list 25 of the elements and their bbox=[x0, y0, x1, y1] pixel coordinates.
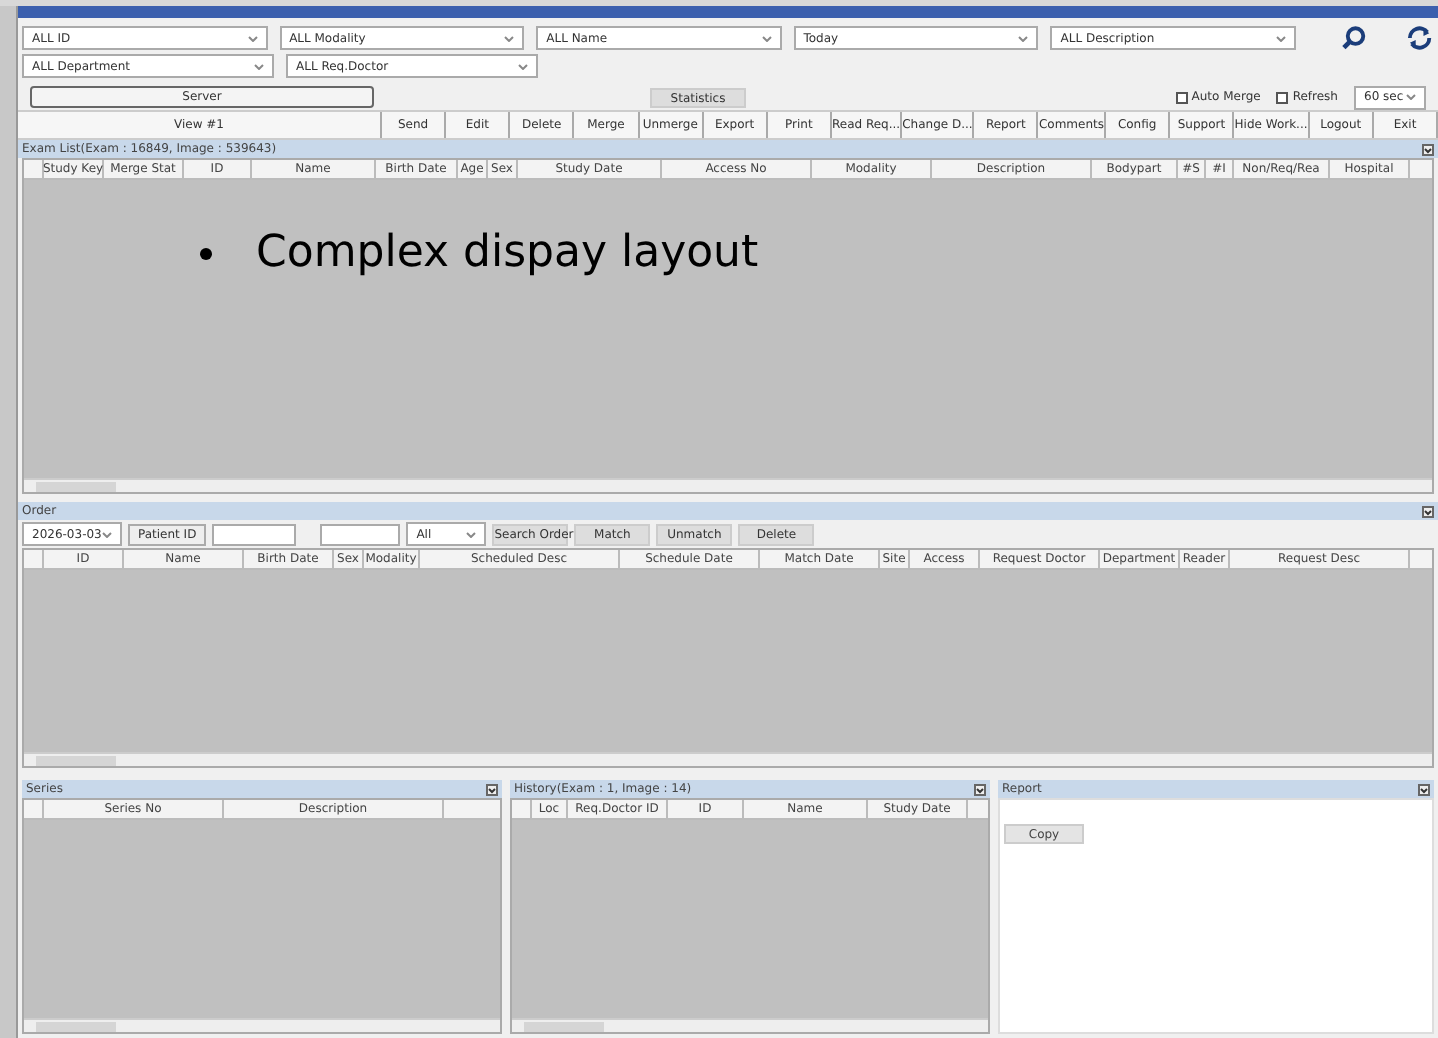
horizontal-scrollbar[interactable] bbox=[24, 1018, 500, 1032]
collapse-icon[interactable] bbox=[1418, 783, 1430, 795]
checkbox[interactable] bbox=[1175, 91, 1188, 103]
collapse-icon[interactable] bbox=[1422, 143, 1434, 155]
slide-bullet-text: Complex dispay layout bbox=[256, 226, 759, 282]
caret-icon bbox=[102, 531, 112, 537]
caret-icon bbox=[254, 63, 264, 69]
caret-icon bbox=[1018, 35, 1029, 41]
checkbox[interactable] bbox=[1276, 91, 1289, 103]
horizontal-scrollbar[interactable] bbox=[512, 1018, 988, 1032]
caret-icon bbox=[504, 35, 515, 41]
collapse-icon[interactable] bbox=[974, 783, 986, 795]
refresh-icon[interactable] bbox=[1406, 24, 1434, 52]
collapse-icon[interactable] bbox=[1422, 505, 1434, 517]
search-icon[interactable] bbox=[1339, 24, 1367, 52]
caret-icon bbox=[1406, 94, 1416, 100]
collapse-icon[interactable] bbox=[486, 783, 498, 795]
horizontal-scrollbar[interactable] bbox=[24, 752, 1432, 766]
patient-id-field[interactable] bbox=[212, 523, 297, 545]
horizontal-scrollbar[interactable] bbox=[24, 478, 1432, 492]
caret-icon bbox=[518, 63, 528, 69]
caret-icon bbox=[761, 35, 772, 41]
caret-icon bbox=[247, 35, 258, 41]
caret-icon bbox=[1275, 35, 1286, 41]
caret-icon bbox=[466, 531, 477, 537]
